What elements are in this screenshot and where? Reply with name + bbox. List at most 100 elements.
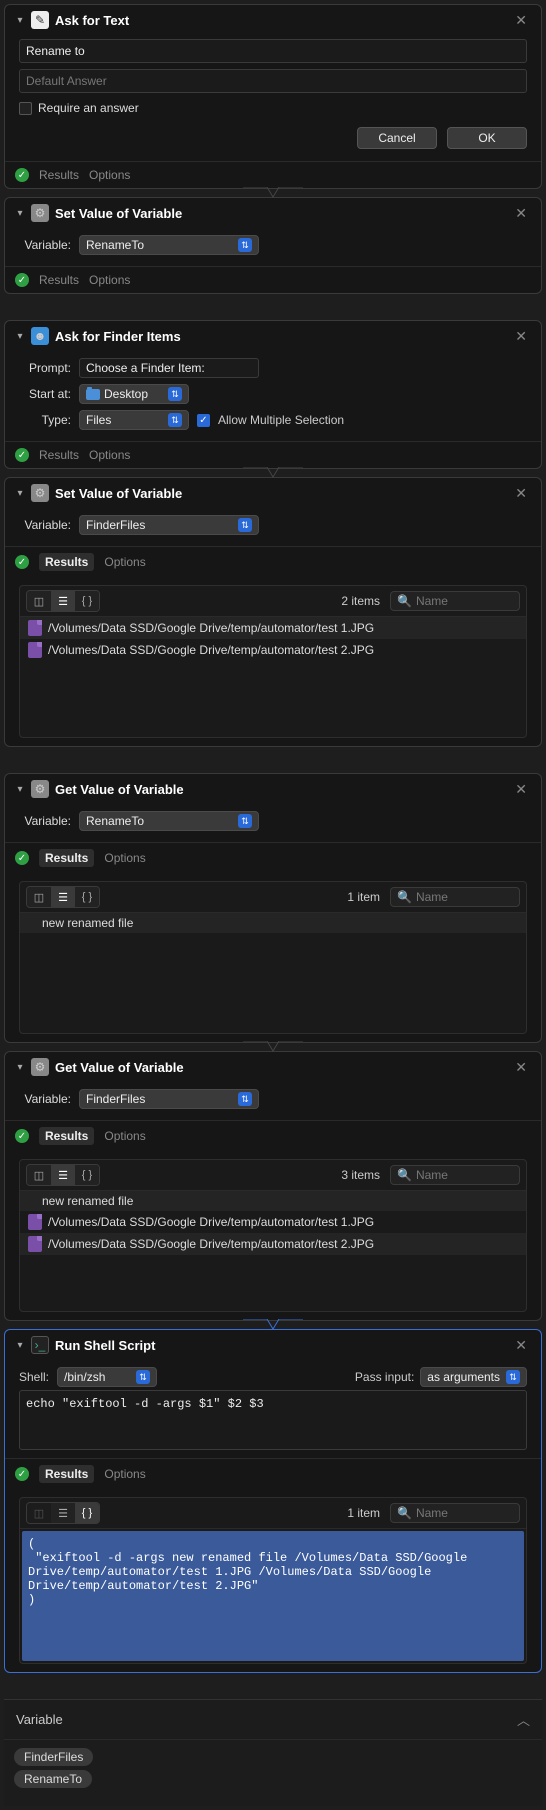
chevron-updown-icon: ⇅ — [238, 814, 252, 828]
variable-select[interactable]: FinderFiles ⇅ — [79, 1089, 259, 1109]
ok-button[interactable]: OK — [447, 127, 527, 149]
icon-view-button[interactable]: ◫ — [27, 1503, 51, 1523]
list-view-button[interactable]: ☰ — [51, 591, 75, 611]
icon-view-button[interactable]: ◫ — [27, 591, 51, 611]
source-view-button[interactable]: { } — [75, 591, 99, 611]
action-get-value-of-variable[interactable]: ▾ ⚙ Get Value of Variable ✕ Variable: Fi… — [4, 1051, 542, 1321]
status-success-icon: ✓ — [15, 448, 29, 462]
results-search-input[interactable]: 🔍 Name — [390, 887, 520, 907]
variables-panel: Variable ︿ FinderFiles RenameTo — [4, 1699, 542, 1806]
results-tab[interactable]: Results — [39, 849, 94, 867]
status-success-icon: ✓ — [15, 851, 29, 865]
result-row[interactable]: new renamed file — [20, 913, 526, 933]
disclosure-icon[interactable]: ▾ — [15, 208, 25, 218]
results-search-input[interactable]: 🔍 Name — [390, 1165, 520, 1185]
close-icon[interactable]: ✕ — [511, 781, 531, 798]
disclosure-icon[interactable]: ▾ — [15, 15, 25, 25]
results-tab[interactable]: Results — [39, 273, 79, 287]
disclosure-icon[interactable]: ▾ — [15, 488, 25, 498]
prompt-label: Prompt: — [19, 361, 71, 375]
status-success-icon: ✓ — [15, 555, 29, 569]
list-view-button[interactable]: ☰ — [51, 1165, 75, 1185]
result-row[interactable]: /Volumes/Data SSD/Google Drive/temp/auto… — [20, 639, 526, 661]
result-row[interactable]: new renamed file — [20, 1191, 526, 1211]
close-icon[interactable]: ✕ — [511, 485, 531, 502]
results-output[interactable]: ( "exiftool -d -args new renamed file /V… — [22, 1531, 524, 1661]
variable-label: Variable: — [19, 238, 71, 252]
results-tab[interactable]: Results — [39, 448, 79, 462]
icon-view-button[interactable]: ◫ — [27, 887, 51, 907]
variable-select[interactable]: RenameTo ⇅ — [79, 811, 259, 831]
prompt-input[interactable]: Choose a Finder Item: — [79, 358, 259, 378]
variable-label: Variable: — [19, 1092, 71, 1106]
chevron-up-icon[interactable]: ︿ — [517, 1710, 530, 1729]
disclosure-icon[interactable]: ▾ — [15, 1062, 25, 1072]
source-view-button[interactable]: { } — [75, 1503, 99, 1523]
file-icon — [28, 1214, 42, 1230]
source-view-button[interactable]: { } — [75, 887, 99, 907]
results-search-input[interactable]: 🔍 Name — [390, 591, 520, 611]
action-run-shell-script[interactable]: ▾ ›_ Run Shell Script ✕ Shell: /bin/zsh … — [4, 1329, 542, 1673]
options-tab[interactable]: Options — [104, 1129, 145, 1143]
close-icon[interactable]: ✕ — [511, 1337, 531, 1354]
startat-select[interactable]: Desktop ⇅ — [79, 384, 189, 404]
variable-select[interactable]: RenameTo ⇅ — [79, 235, 259, 255]
automator-icon: ⚙ — [31, 484, 49, 502]
results-search-input[interactable]: 🔍 Name — [390, 1503, 520, 1523]
status-success-icon: ✓ — [15, 1129, 29, 1143]
pass-input-select[interactable]: as arguments ⇅ — [420, 1367, 527, 1387]
disclosure-icon[interactable]: ▾ — [15, 1340, 25, 1350]
terminal-icon: ›_ — [31, 1336, 49, 1354]
disclosure-icon[interactable]: ▾ — [15, 784, 25, 794]
chevron-updown-icon: ⇅ — [238, 238, 252, 252]
close-icon[interactable]: ✕ — [511, 205, 531, 222]
results-count: 3 items — [341, 1168, 380, 1182]
results-count: 2 items — [341, 594, 380, 608]
close-icon[interactable]: ✕ — [511, 1059, 531, 1076]
script-textarea[interactable]: echo "exiftool -d -args $1" $2 $3 — [19, 1390, 527, 1450]
options-tab[interactable]: Options — [89, 273, 130, 287]
action-get-value-of-variable[interactable]: ▾ ⚙ Get Value of Variable ✕ Variable: Re… — [4, 773, 542, 1043]
variable-pill[interactable]: FinderFiles — [14, 1748, 93, 1766]
options-tab[interactable]: Options — [89, 168, 130, 182]
list-view-button[interactable]: ☰ — [51, 1503, 75, 1523]
question-input[interactable]: Rename to — [19, 39, 527, 63]
action-title: Run Shell Script — [55, 1338, 505, 1353]
result-row[interactable]: /Volumes/Data SSD/Google Drive/temp/auto… — [20, 617, 526, 639]
results-tab[interactable]: Results — [39, 1465, 94, 1483]
results-tab[interactable]: Results — [39, 1127, 94, 1145]
list-view-button[interactable]: ☰ — [51, 887, 75, 907]
close-icon[interactable]: ✕ — [511, 328, 531, 345]
result-row[interactable]: /Volumes/Data SSD/Google Drive/temp/auto… — [20, 1211, 526, 1233]
source-view-button[interactable]: { } — [75, 1165, 99, 1185]
default-answer-input[interactable]: Default Answer — [19, 69, 527, 93]
close-icon[interactable]: ✕ — [511, 12, 531, 29]
cancel-button[interactable]: Cancel — [357, 127, 437, 149]
options-tab[interactable]: Options — [104, 851, 145, 865]
result-row[interactable]: /Volumes/Data SSD/Google Drive/temp/auto… — [20, 1233, 526, 1255]
action-set-value-of-variable[interactable]: ▾ ⚙ Set Value of Variable ✕ Variable: Fi… — [4, 477, 542, 747]
variable-select[interactable]: FinderFiles ⇅ — [79, 515, 259, 535]
disclosure-icon[interactable]: ▾ — [15, 331, 25, 341]
require-answer-label: Require an answer — [38, 101, 139, 115]
action-ask-for-finder-items[interactable]: ▾ ☻ Ask for Finder Items ✕ Prompt: Choos… — [4, 320, 542, 469]
require-answer-checkbox[interactable] — [19, 102, 32, 115]
variable-pill[interactable]: RenameTo — [14, 1770, 92, 1788]
options-tab[interactable]: Options — [104, 555, 145, 569]
options-tab[interactable]: Options — [104, 1467, 145, 1481]
shell-select[interactable]: /bin/zsh ⇅ — [57, 1367, 157, 1387]
results-pane: ◫ ☰ { } 1 item 🔍 Name ( "exiftool -d -ar… — [19, 1497, 527, 1664]
action-ask-for-text[interactable]: ▾ ✎ Ask for Text ✕ Rename to Default Ans… — [4, 4, 542, 189]
results-pane: ◫ ☰ { } 3 items 🔍 Name new renamed file — [19, 1159, 527, 1312]
results-count: 1 item — [347, 890, 380, 904]
action-title: Ask for Text — [55, 13, 505, 28]
type-select[interactable]: Files ⇅ — [79, 410, 189, 430]
results-tab[interactable]: Results — [39, 168, 79, 182]
action-title: Set Value of Variable — [55, 486, 505, 501]
allow-multiple-checkbox[interactable]: ✓ — [197, 414, 210, 427]
action-set-value-of-variable[interactable]: ▾ ⚙ Set Value of Variable ✕ Variable: Re… — [4, 197, 542, 294]
chevron-updown-icon: ⇅ — [238, 518, 252, 532]
icon-view-button[interactable]: ◫ — [27, 1165, 51, 1185]
options-tab[interactable]: Options — [89, 448, 130, 462]
results-tab[interactable]: Results — [39, 553, 94, 571]
